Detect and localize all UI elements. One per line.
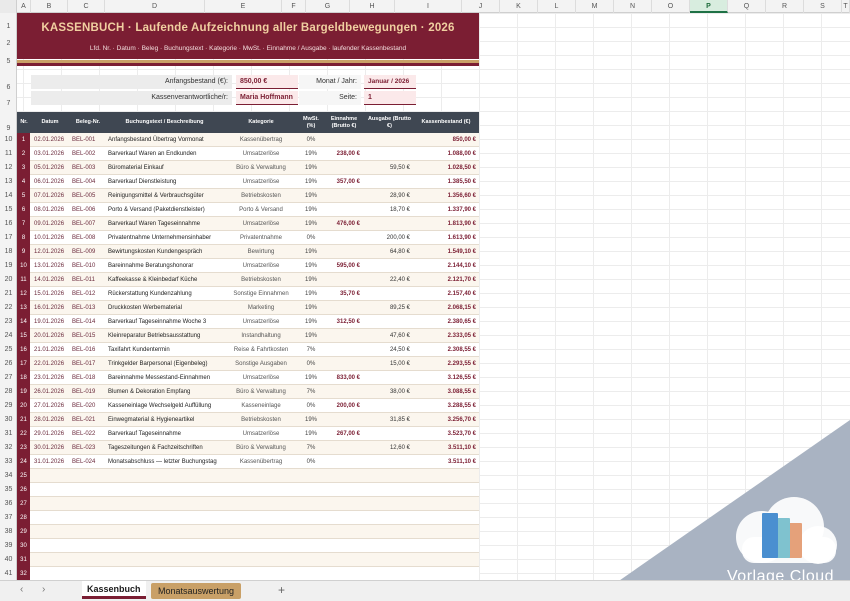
tab-prev-icon[interactable]: ‹ <box>20 584 23 595</box>
tab-kassenbuch[interactable]: Kassenbuch <box>82 581 146 599</box>
sheet-tab-bar: ‹ › Kassenbuch Monatsauswertung + <box>0 580 850 601</box>
vorlage-cloud-watermark <box>590 420 850 601</box>
add-sheet-button[interactable]: + <box>278 583 285 597</box>
tab-next-icon[interactable]: › <box>42 584 45 595</box>
doc-blue-icon <box>762 513 778 558</box>
tab-monatsauswertung[interactable]: Monatsauswertung <box>151 583 242 599</box>
